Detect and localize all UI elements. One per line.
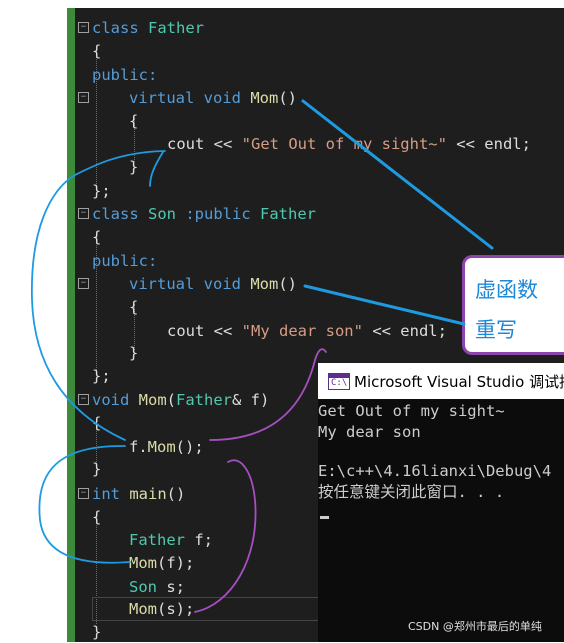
arrow-virtual-to-callout-1 — [301, 99, 494, 250]
watermark: CSDN @郑州市最后的单纯 — [408, 620, 542, 633]
annotation-arrows — [31, 99, 494, 613]
arrow-son-output — [209, 348, 327, 441]
arrow-father-hook — [149, 151, 164, 187]
arrow-call-son — [194, 459, 257, 613]
arrow-virtual-to-callout-2 — [303, 284, 466, 326]
arrow-call-father — [38, 445, 131, 564]
arrow-father-output — [31, 150, 166, 441]
